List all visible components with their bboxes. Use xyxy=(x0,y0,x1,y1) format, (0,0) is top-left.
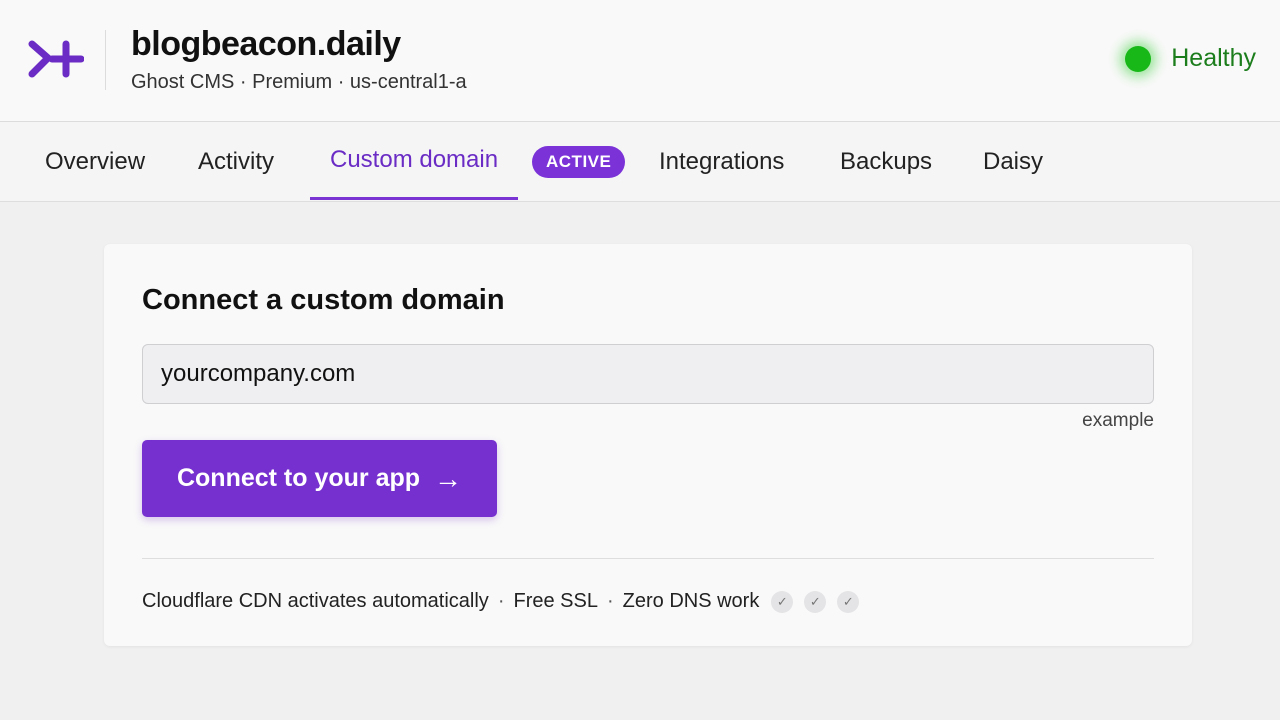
status-dot-icon xyxy=(1125,45,1152,72)
tab-label: Backups xyxy=(840,147,933,175)
site-meta: Ghost CMS · Premium · us-central1-a xyxy=(131,71,467,93)
tab-custom-domain[interactable]: Custom domain xyxy=(310,122,519,200)
card-divider xyxy=(142,558,1154,559)
tab-label: Daisy xyxy=(983,147,1044,175)
tab-daisy[interactable]: Daisy xyxy=(983,122,1043,201)
arrow-right-icon: → xyxy=(434,462,463,494)
tab-activity[interactable]: Activity xyxy=(198,122,274,201)
tab-bar: Overview Activity Custom domain ACTIVE I… xyxy=(0,122,1280,202)
input-hint: example xyxy=(1082,410,1154,431)
active-badge: ACTIVE xyxy=(532,145,626,178)
domain-input[interactable] xyxy=(142,344,1154,404)
header-divider xyxy=(105,30,106,90)
tab-label: Custom domain xyxy=(330,145,499,173)
feature-ssl: Free SSL xyxy=(513,590,598,612)
health-status: Healthy xyxy=(1125,44,1256,73)
tab-label: Overview xyxy=(45,147,146,175)
custom-domain-card: Connect a custom domain example Connect … xyxy=(104,244,1192,646)
card-title: Connect a custom domain xyxy=(142,284,505,316)
status-label: Healthy xyxy=(1171,44,1256,72)
tab-label: Integrations xyxy=(659,147,785,175)
active-badge-wrap: ACTIVE xyxy=(520,122,626,201)
feature-list: Cloudflare CDN activates automatically ·… xyxy=(142,590,860,613)
tab-label: Activity xyxy=(198,147,275,175)
connect-button[interactable]: Connect to your app → xyxy=(142,440,497,517)
check-icon: ✓ xyxy=(837,590,860,613)
tab-backups[interactable]: Backups xyxy=(840,122,932,201)
connect-button-label: Connect to your app xyxy=(176,464,421,492)
brand-logo-icon xyxy=(28,40,84,78)
app-header: blogbeacon.daily Ghost CMS · Premium · u… xyxy=(0,0,1280,122)
feature-cdn: Cloudflare CDN activates automatically xyxy=(142,590,489,612)
feature-dns: Zero DNS work xyxy=(622,590,760,612)
check-icon: ✓ xyxy=(804,590,827,613)
separator: · xyxy=(497,590,505,612)
site-name: blogbeacon.daily xyxy=(131,25,401,63)
check-icon: ✓ xyxy=(771,590,794,613)
tab-overview[interactable]: Overview xyxy=(45,122,145,201)
tab-integrations[interactable]: Integrations xyxy=(659,122,784,201)
separator: · xyxy=(606,590,614,612)
